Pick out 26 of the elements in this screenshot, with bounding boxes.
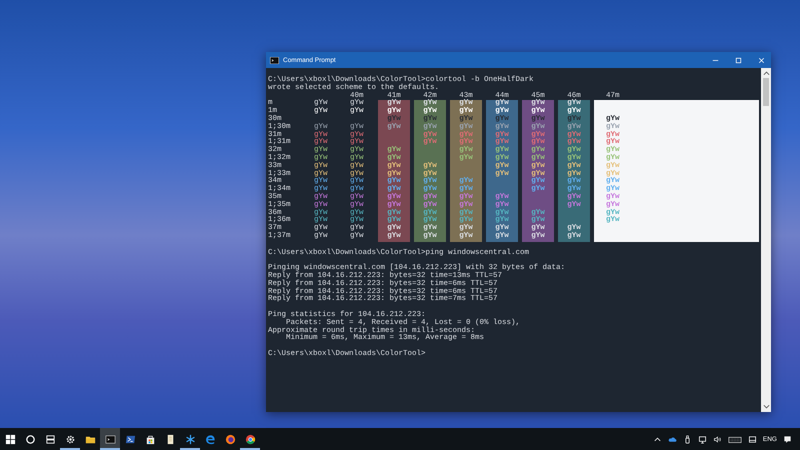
windows-logo-icon [4,434,16,444]
tablet-icon[interactable] [748,434,757,444]
scrollbar[interactable] [761,68,771,412]
browser-icon [224,434,236,444]
taskbar-button[interactable] [100,428,120,450]
scrollbar-thumb[interactable] [763,78,769,106]
network-icon[interactable] [698,434,707,444]
volume-icon[interactable] [712,434,722,444]
shell-prompt-icon [124,434,136,444]
settings-icon [64,434,76,444]
browser-icon [204,434,216,444]
task-view-icon [44,434,56,444]
browser-icon [244,434,256,444]
maximize-icon[interactable] [734,56,743,64]
scroll-down-icon[interactable] [762,404,770,410]
snowflake-icon [184,434,196,444]
notification-icon[interactable] [783,434,792,444]
keyboard-icon[interactable] [728,434,742,444]
close-icon[interactable] [757,56,766,64]
shopping-bag-icon [144,434,156,444]
terminal-icon [270,56,279,64]
usb-drive-icon[interactable] [682,434,692,444]
search-icon [24,434,36,444]
cloud-icon[interactable] [668,434,677,444]
scroll-up-icon[interactable] [762,70,770,76]
terminal-icon [104,434,116,444]
